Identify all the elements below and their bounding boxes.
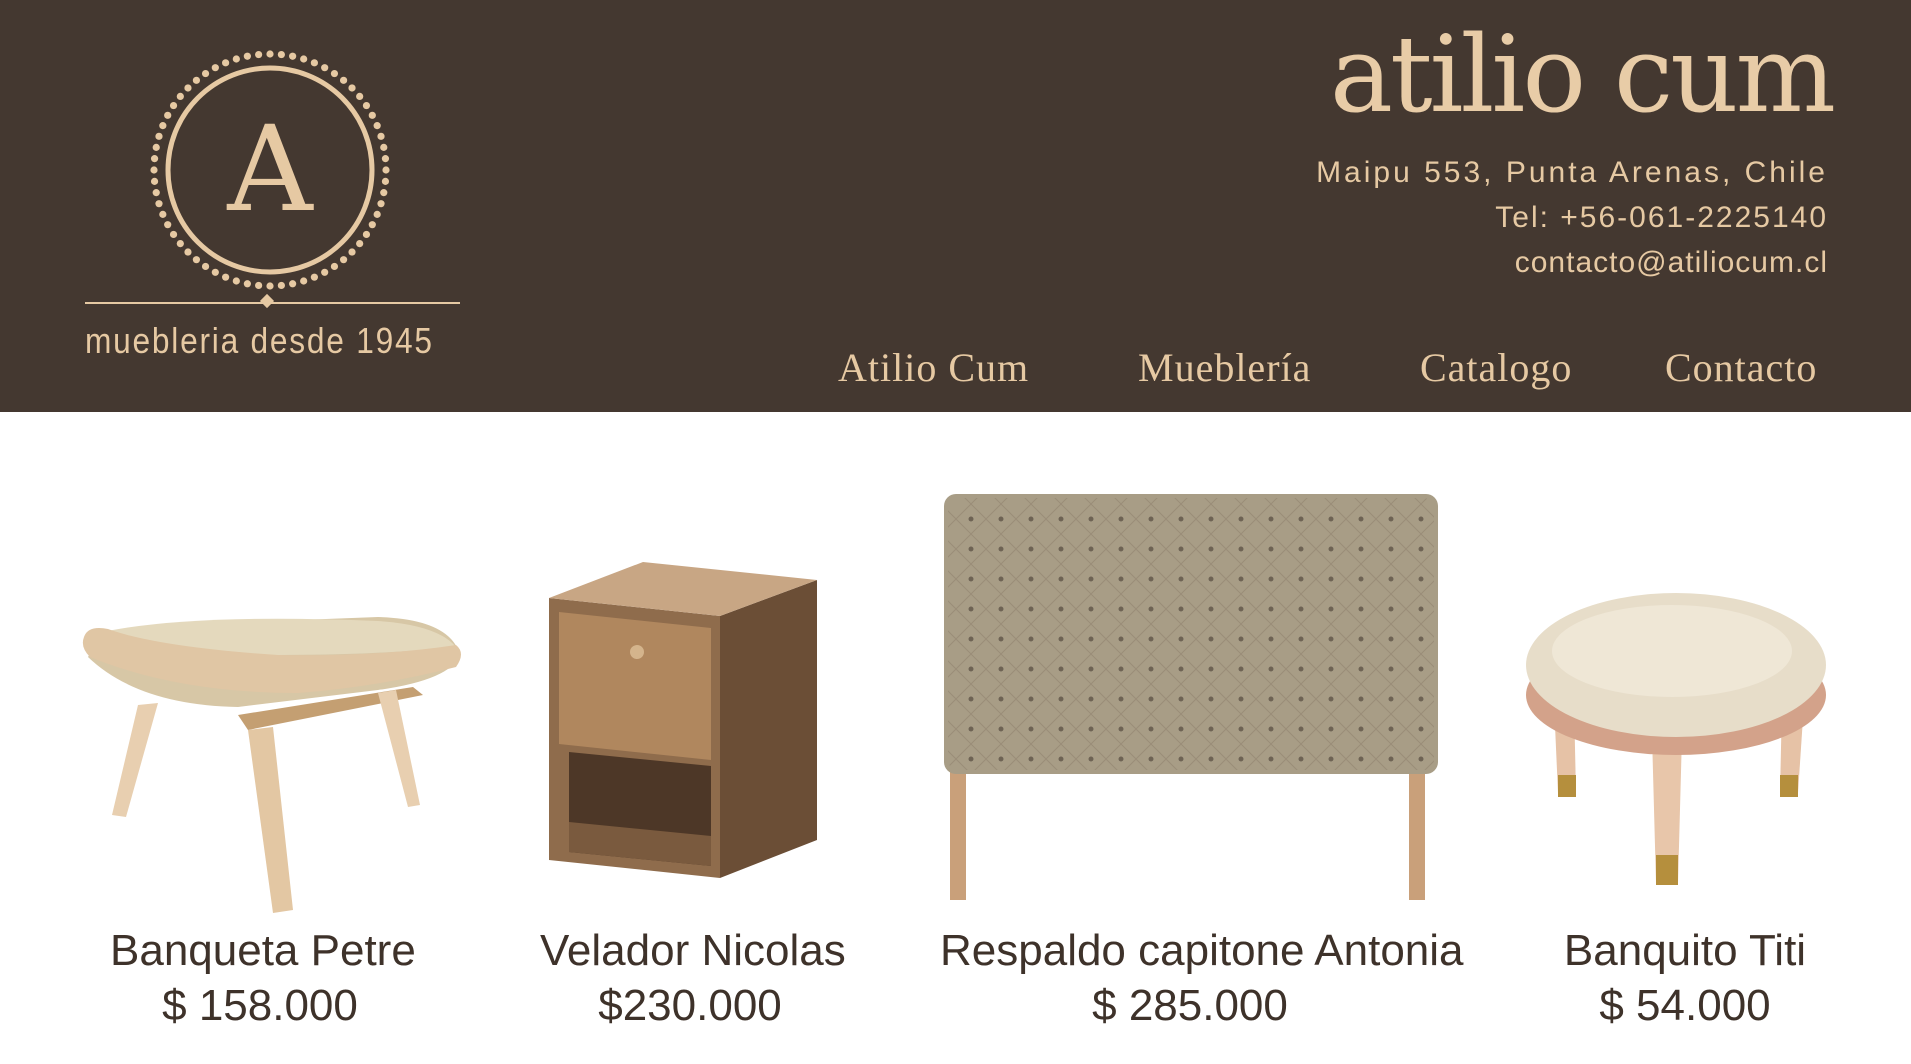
- logo-bead: [380, 189, 388, 197]
- email-link[interactable]: contacto@atiliocum.cl: [1515, 246, 1828, 280]
- logo-bead: [243, 280, 251, 288]
- logo-bead: [339, 256, 348, 264]
- product-price: $230.000: [598, 981, 782, 1030]
- logo-bead: [339, 76, 348, 84]
- logo-bead: [348, 248, 356, 256]
- product-image-banquito-titi[interactable]: [1522, 585, 1832, 890]
- logo-bead: [377, 200, 385, 208]
- logo-bead: [277, 50, 285, 59]
- logo-bead: [310, 59, 318, 67]
- address-text: Maipu 553, Punta Arenas, Chile: [1316, 156, 1828, 189]
- product-image-respaldo-capitone-antonia[interactable]: [944, 492, 1439, 902]
- product-caption-banquito-titi: Banquito Titi $ 54.000: [1535, 923, 1835, 1033]
- logo-bead: [201, 69, 210, 78]
- logo-bead: [356, 239, 364, 248]
- logo-seal[interactable]: A: [150, 50, 390, 290]
- logo-bead: [266, 282, 274, 290]
- logo-bead: [164, 221, 172, 229]
- logo-bead: [232, 277, 240, 285]
- nav-muebleria[interactable]: Mueblería: [1138, 344, 1311, 391]
- nav-contacto[interactable]: Contacto: [1665, 344, 1817, 391]
- logo-bead: [169, 230, 178, 239]
- product-name[interactable]: Respaldo capitone Antonia: [940, 923, 1464, 978]
- logo-bead: [373, 210, 381, 218]
- logo-bead: [266, 50, 274, 58]
- logo-bead: [184, 248, 192, 256]
- logo-bead: [377, 132, 385, 140]
- site-header: A muebleria desde 1945 atilio cum Maipu …: [0, 0, 1911, 412]
- logo-bead: [159, 210, 167, 218]
- logo-bead: [362, 101, 371, 110]
- logo-bead: [192, 256, 201, 264]
- logo-bead: [382, 166, 390, 174]
- logo-bead: [348, 84, 356, 92]
- logo-bead: [321, 64, 329, 72]
- logo-bead: [150, 155, 159, 163]
- logo-divider-diamond: [259, 293, 275, 309]
- product-name[interactable]: Banqueta Petre: [110, 923, 416, 978]
- product-caption-banqueta-petre: Banqueta Petre $ 158.000: [110, 923, 416, 1033]
- logo-bead: [300, 55, 308, 63]
- logo-bead: [289, 280, 297, 288]
- logo-bead: [362, 230, 371, 239]
- logo-bead: [192, 76, 201, 84]
- logo-bead: [176, 239, 184, 248]
- logo-bead: [381, 155, 390, 163]
- logo-bead: [201, 262, 210, 271]
- nav-atilio-cum[interactable]: Atilio Cum: [838, 344, 1029, 391]
- logo-bead: [380, 143, 388, 151]
- logo-bead: [255, 281, 263, 290]
- product-price: $ 158.000: [162, 981, 358, 1030]
- logo-bead: [222, 273, 230, 281]
- tagline: muebleria desde 1945: [85, 320, 434, 361]
- logo-bead: [255, 50, 263, 59]
- product-name[interactable]: Banquito Titi: [1535, 923, 1835, 978]
- product-image-banqueta-petre[interactable]: [78, 595, 463, 915]
- logo-bead: [155, 132, 163, 140]
- product-caption-velador-nicolas: Velador Nicolas $230.000: [540, 923, 846, 1033]
- logo-bead: [277, 281, 285, 290]
- logo-bead: [184, 84, 192, 92]
- logo-bead: [169, 101, 178, 110]
- logo-bead: [368, 221, 376, 229]
- logo-bead: [150, 166, 158, 174]
- product-caption-respaldo-capitone-antonia: Respaldo capitone Antonia $ 285.000: [940, 923, 1464, 1033]
- logo-monogram: A: [226, 100, 314, 238]
- brand-title[interactable]: atilio cum: [1330, 22, 1836, 128]
- logo-bead: [155, 200, 163, 208]
- logo-bead: [330, 69, 339, 78]
- logo-bead: [381, 177, 390, 185]
- logo-bead: [356, 92, 364, 101]
- phone-text: Tel: +56-061-2225140: [1495, 201, 1828, 234]
- logo-bead: [300, 277, 308, 285]
- nav-catalogo[interactable]: Catalogo: [1420, 344, 1572, 391]
- logo-bead: [368, 111, 376, 119]
- logo-bead: [222, 59, 230, 67]
- logo-bead: [176, 92, 184, 101]
- logo-bead: [373, 122, 381, 130]
- product-image-velador-nicolas[interactable]: [545, 560, 825, 880]
- logo-bead: [152, 143, 160, 151]
- logo-bead: [232, 55, 240, 63]
- logo-bead: [164, 111, 172, 119]
- product-price: $ 285.000: [1092, 981, 1288, 1030]
- logo-bead: [211, 64, 219, 72]
- logo-bead: [310, 273, 318, 281]
- logo-bead: [243, 52, 251, 60]
- logo-bead: [289, 52, 297, 60]
- logo-bead: [152, 189, 160, 197]
- product-price: $ 54.000: [1599, 981, 1771, 1030]
- logo-bead: [321, 268, 329, 276]
- logo-bead: [150, 177, 159, 185]
- logo-bead: [211, 268, 219, 276]
- logo-bead: [159, 122, 167, 130]
- product-name[interactable]: Velador Nicolas: [540, 923, 846, 978]
- logo-bead: [330, 262, 339, 271]
